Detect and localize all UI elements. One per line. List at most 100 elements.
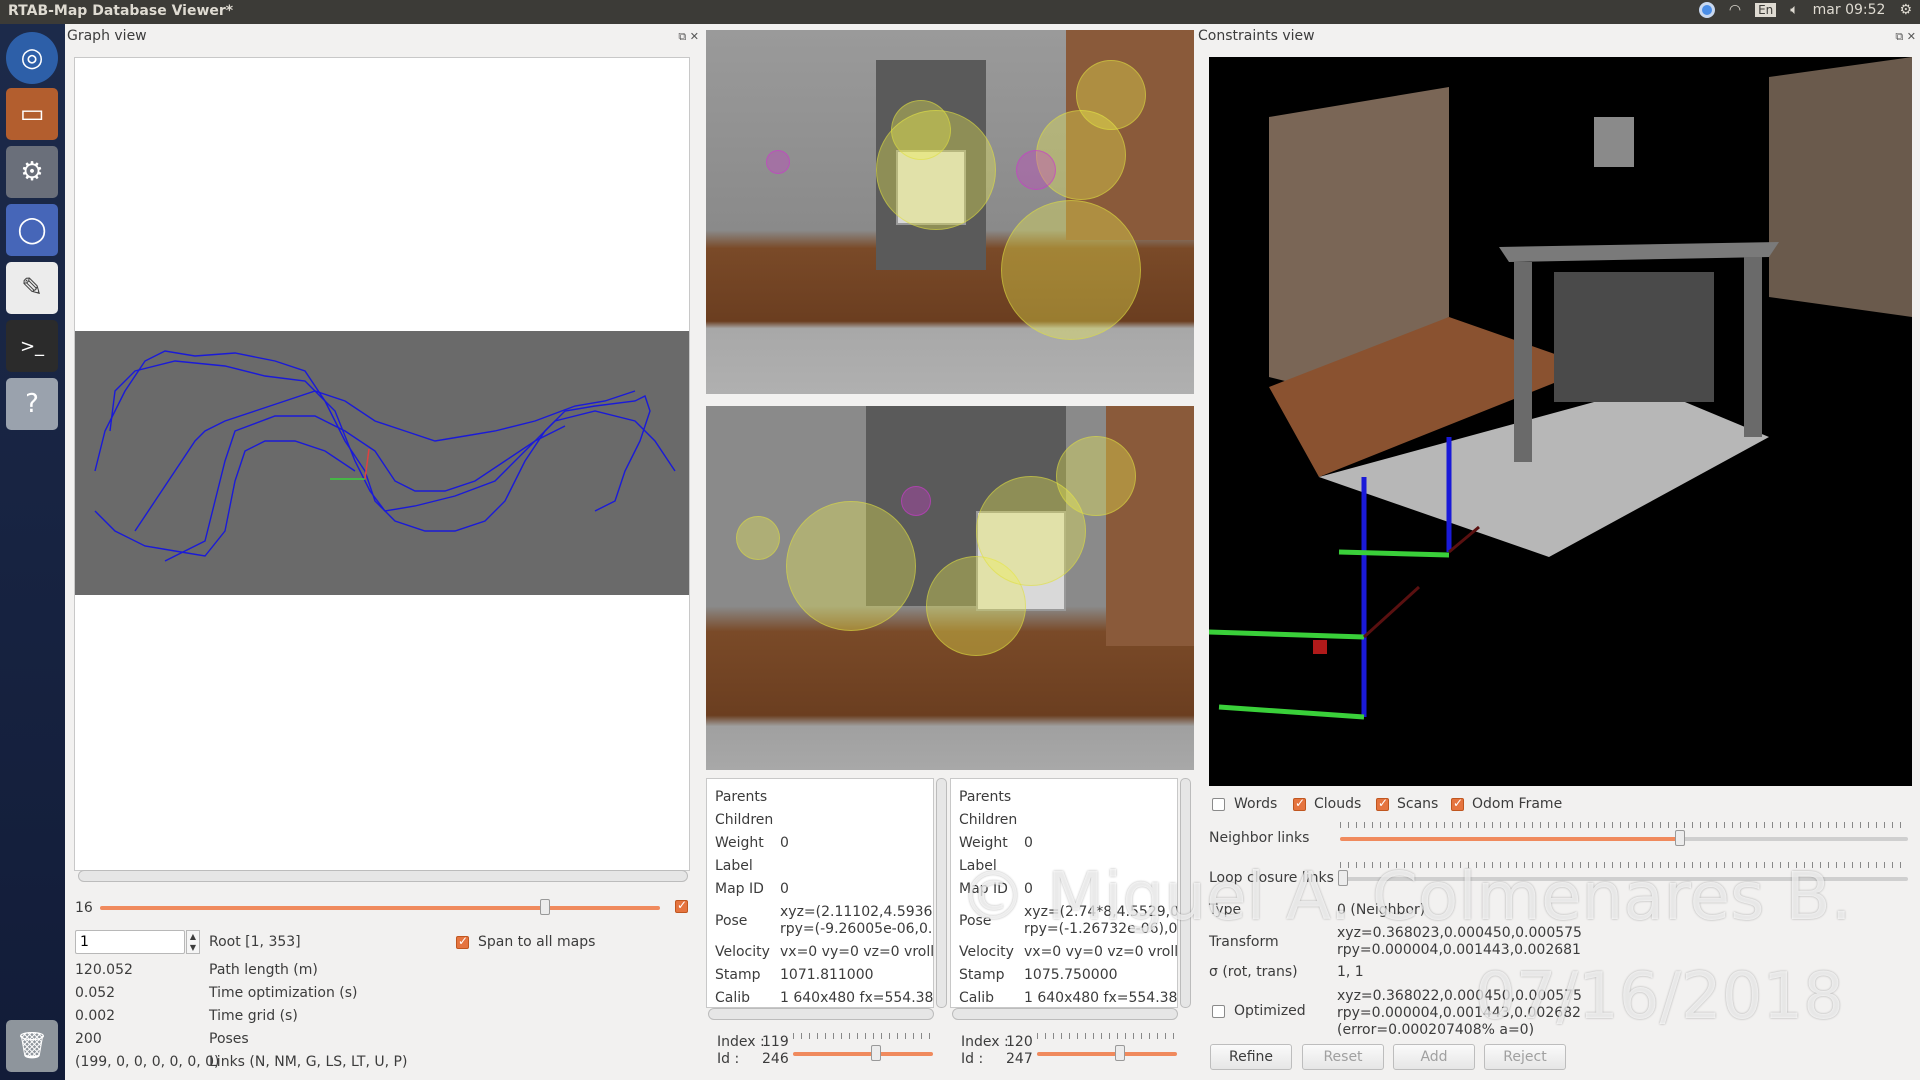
weight-value: 0 xyxy=(1024,835,1033,851)
index-value-right: 120 xyxy=(1006,1034,1033,1050)
parents-label: Parents xyxy=(715,789,768,805)
neighbor-links-slider-handle[interactable] xyxy=(1675,830,1685,846)
neighbor-links-label: Neighbor links xyxy=(1209,830,1310,846)
browser-icon[interactable]: ◯ xyxy=(6,204,58,256)
volume-icon[interactable]: 🔈︎ xyxy=(1790,2,1798,18)
index-slider-handle-left[interactable] xyxy=(871,1045,881,1061)
calib-value: 1 640x480 fx=554.383 f xyxy=(780,990,934,1006)
index-value-left: 119 xyxy=(762,1034,789,1050)
id-label-left: Id : xyxy=(717,1051,740,1067)
panel-float-close-buttons[interactable]: ⧉ ✕ xyxy=(1895,30,1916,44)
neighbor-links-ticks xyxy=(1340,822,1908,828)
stamp-label: Stamp xyxy=(959,967,1005,983)
origin-axis-y xyxy=(364,448,370,480)
help-icon[interactable]: ? xyxy=(6,378,58,430)
root-label: Root [1, 353] xyxy=(209,934,301,950)
weight-label: Weight xyxy=(715,835,764,851)
links-label: Links (N, NM, G, LS, LT, U, P) xyxy=(209,1054,408,1070)
clouds-label: Clouds xyxy=(1314,796,1362,812)
info-right-hscroll[interactable] xyxy=(952,1008,1178,1020)
velocity-value: vx=0 vy=0 vz=0 vroll=0 xyxy=(1024,944,1178,960)
id-value-right: 247 xyxy=(1006,1051,1033,1067)
links-value: (199, 0, 0, 0, 0, 0, 0) xyxy=(75,1054,220,1070)
span-to-all-maps-checkbox[interactable] xyxy=(456,934,469,949)
files-icon[interactable]: ▭ xyxy=(6,88,58,140)
words-label: Words xyxy=(1234,796,1278,812)
root-id-spinbox[interactable] xyxy=(75,930,185,954)
clouds-checkbox[interactable] xyxy=(1293,796,1306,811)
index-label-right: Index : xyxy=(961,1034,1009,1050)
trajectory-path xyxy=(94,350,676,562)
map-id-value: 0 xyxy=(780,881,789,897)
graph-slider-value: 16 xyxy=(75,900,93,916)
words-checkbox[interactable] xyxy=(1212,798,1225,811)
feature-marker xyxy=(1056,436,1136,516)
calib-label: Calib xyxy=(715,990,751,1006)
reset-button[interactable]: Reset xyxy=(1302,1044,1384,1070)
clock[interactable]: mar 09:52 xyxy=(1813,2,1886,18)
feature-marker xyxy=(736,516,780,560)
graph-slider[interactable] xyxy=(100,906,660,910)
system-tray: ◠ En 🔈︎ mar 09:52 ⚙ xyxy=(1698,2,1912,18)
wifi-icon[interactable]: ◠ xyxy=(1729,2,1741,18)
graph-slider-handle[interactable] xyxy=(540,899,550,915)
image-view-top[interactable] xyxy=(706,30,1194,394)
index-label-left: Index : xyxy=(717,1034,765,1050)
graph-slider-checkbox[interactable] xyxy=(675,898,688,913)
feature-marker xyxy=(786,501,916,631)
index-slider-right[interactable] xyxy=(1037,1052,1177,1056)
text-editor-icon[interactable]: ✎ xyxy=(6,262,58,314)
top-menu-bar: RTAB-Map Database Viewer* ◠ En 🔈︎ mar 09… xyxy=(0,0,1920,24)
index-slider-left[interactable] xyxy=(793,1052,933,1056)
time-grid-label: Time grid (s) xyxy=(209,1008,298,1024)
time-optimization-value: 0.052 xyxy=(75,985,116,1001)
transform-rpy: rpy=0.000004,0.001443,0.002681 xyxy=(1337,942,1581,958)
spinbox-arrows[interactable]: ▲ ▼ xyxy=(186,930,200,954)
scans-checkbox[interactable] xyxy=(1376,796,1389,811)
refine-button[interactable]: Refine xyxy=(1210,1044,1292,1070)
window-title: RTAB-Map Database Viewer* xyxy=(8,3,234,19)
optimized-label: Optimized xyxy=(1234,1003,1306,1019)
occupancy-grid-map xyxy=(75,331,689,595)
system-settings-icon[interactable]: ⚙ xyxy=(6,146,58,198)
feature-marker xyxy=(1001,200,1141,340)
graph-horizontal-scrollbar[interactable] xyxy=(78,870,688,882)
panel-float-close-buttons[interactable]: ⧉ ✕ xyxy=(678,30,699,44)
parents-label: Parents xyxy=(959,789,1012,805)
sigma-value: 1, 1 xyxy=(1337,964,1364,980)
neighbor-links-slider-track xyxy=(1680,837,1908,841)
info-left-vscroll[interactable] xyxy=(936,778,947,1008)
poses-label: Poses xyxy=(209,1031,249,1047)
ubuntu-dash-icon[interactable]: ◎ xyxy=(6,32,58,84)
pose-label: Pose xyxy=(715,913,748,929)
time-grid-value: 0.002 xyxy=(75,1008,116,1024)
3d-cloud-view[interactable] xyxy=(1209,57,1912,786)
weight-label: Weight xyxy=(959,835,1008,851)
velocity-label: Velocity xyxy=(715,944,770,960)
feature-marker xyxy=(901,486,931,516)
graph-canvas[interactable] xyxy=(74,57,690,871)
pose-rpy: rpy=(-9.26005e-06,0.00 xyxy=(780,921,934,937)
chrome-icon[interactable] xyxy=(1698,2,1715,18)
node-info-left[interactable]: Parents Children Weight 0 Label Map ID 0… xyxy=(706,778,934,1008)
gear-icon[interactable]: ⚙ xyxy=(1899,2,1912,18)
add-button[interactable]: Add xyxy=(1393,1044,1475,1070)
stamp-label: Stamp xyxy=(715,967,761,983)
odom-frame-checkbox[interactable] xyxy=(1451,796,1464,811)
feature-marker xyxy=(891,100,951,160)
terminal-icon[interactable]: >_ xyxy=(6,320,58,372)
children-label: Children xyxy=(959,812,1018,828)
index-slider-ticks-left xyxy=(793,1033,933,1039)
neighbor-links-slider[interactable] xyxy=(1340,837,1680,841)
image-view-bottom[interactable] xyxy=(706,406,1194,770)
velocity-value: vx=0 vy=0 vz=0 vroll=0 xyxy=(780,944,934,960)
reject-button[interactable]: Reject xyxy=(1484,1044,1566,1070)
keyboard-language[interactable]: En xyxy=(1755,3,1777,17)
index-slider-handle-right[interactable] xyxy=(1115,1045,1125,1061)
children-label: Children xyxy=(715,812,774,828)
optimized-checkbox[interactable] xyxy=(1212,1005,1225,1018)
trash-icon[interactable]: 🗑︎ xyxy=(6,1020,58,1072)
trajectory-graph xyxy=(94,350,676,562)
calib-value: 1 640x480 fx=554.383 f xyxy=(1024,990,1178,1006)
info-left-hscroll[interactable] xyxy=(708,1008,934,1020)
